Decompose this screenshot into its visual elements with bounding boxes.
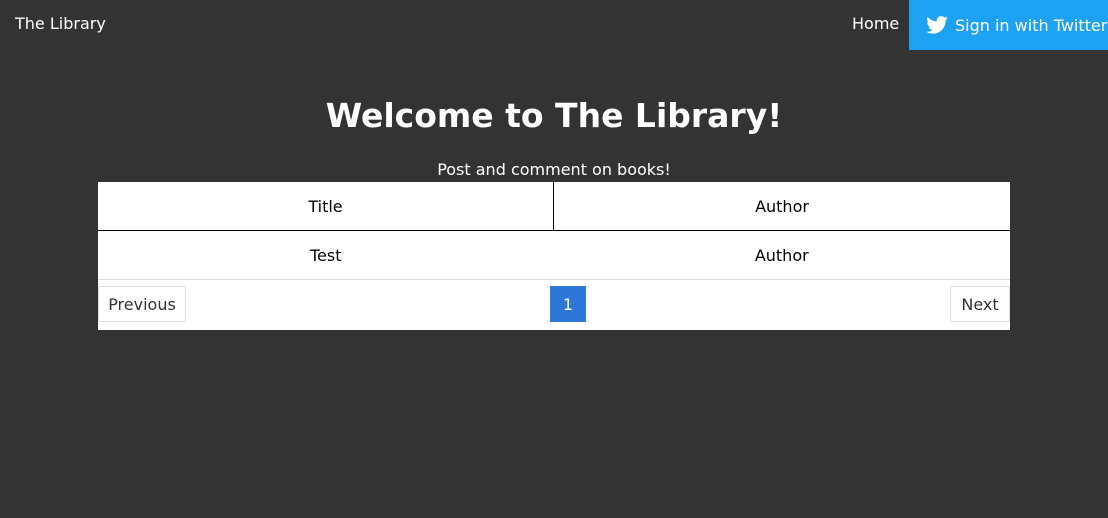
twitter-bird-icon bbox=[926, 16, 948, 34]
table-header-row: Title Author bbox=[98, 182, 1010, 231]
page-1-button[interactable]: 1 bbox=[550, 286, 586, 322]
previous-page-button[interactable]: Previous bbox=[98, 286, 186, 322]
brand-link[interactable]: The Library bbox=[15, 14, 106, 34]
page-title: Welcome to The Library! bbox=[325, 96, 783, 135]
nav-home-link[interactable]: Home bbox=[852, 14, 899, 34]
column-header-title[interactable]: Title bbox=[98, 182, 554, 231]
table-row[interactable]: Test Author bbox=[98, 230, 1010, 280]
page-subtitle: Post and comment on books! bbox=[437, 160, 671, 179]
book-author-cell: Author bbox=[553, 230, 1010, 280]
navbar: The Library Home Sign in with Twitter bbox=[0, 0, 1108, 50]
column-header-author[interactable]: Author bbox=[553, 182, 1010, 231]
books-table: Title Author Test Author bbox=[98, 182, 1010, 280]
twitter-button-label: Sign in with Twitter bbox=[955, 15, 1108, 35]
book-title-cell[interactable]: Test bbox=[98, 230, 554, 280]
pagination: Previous 1 Next bbox=[98, 286, 1010, 322]
books-panel: Title Author Test Author Previous 1 Next bbox=[98, 182, 1010, 330]
next-page-button[interactable]: Next bbox=[950, 286, 1010, 322]
sign-in-twitter-button[interactable]: Sign in with Twitter bbox=[909, 0, 1108, 50]
